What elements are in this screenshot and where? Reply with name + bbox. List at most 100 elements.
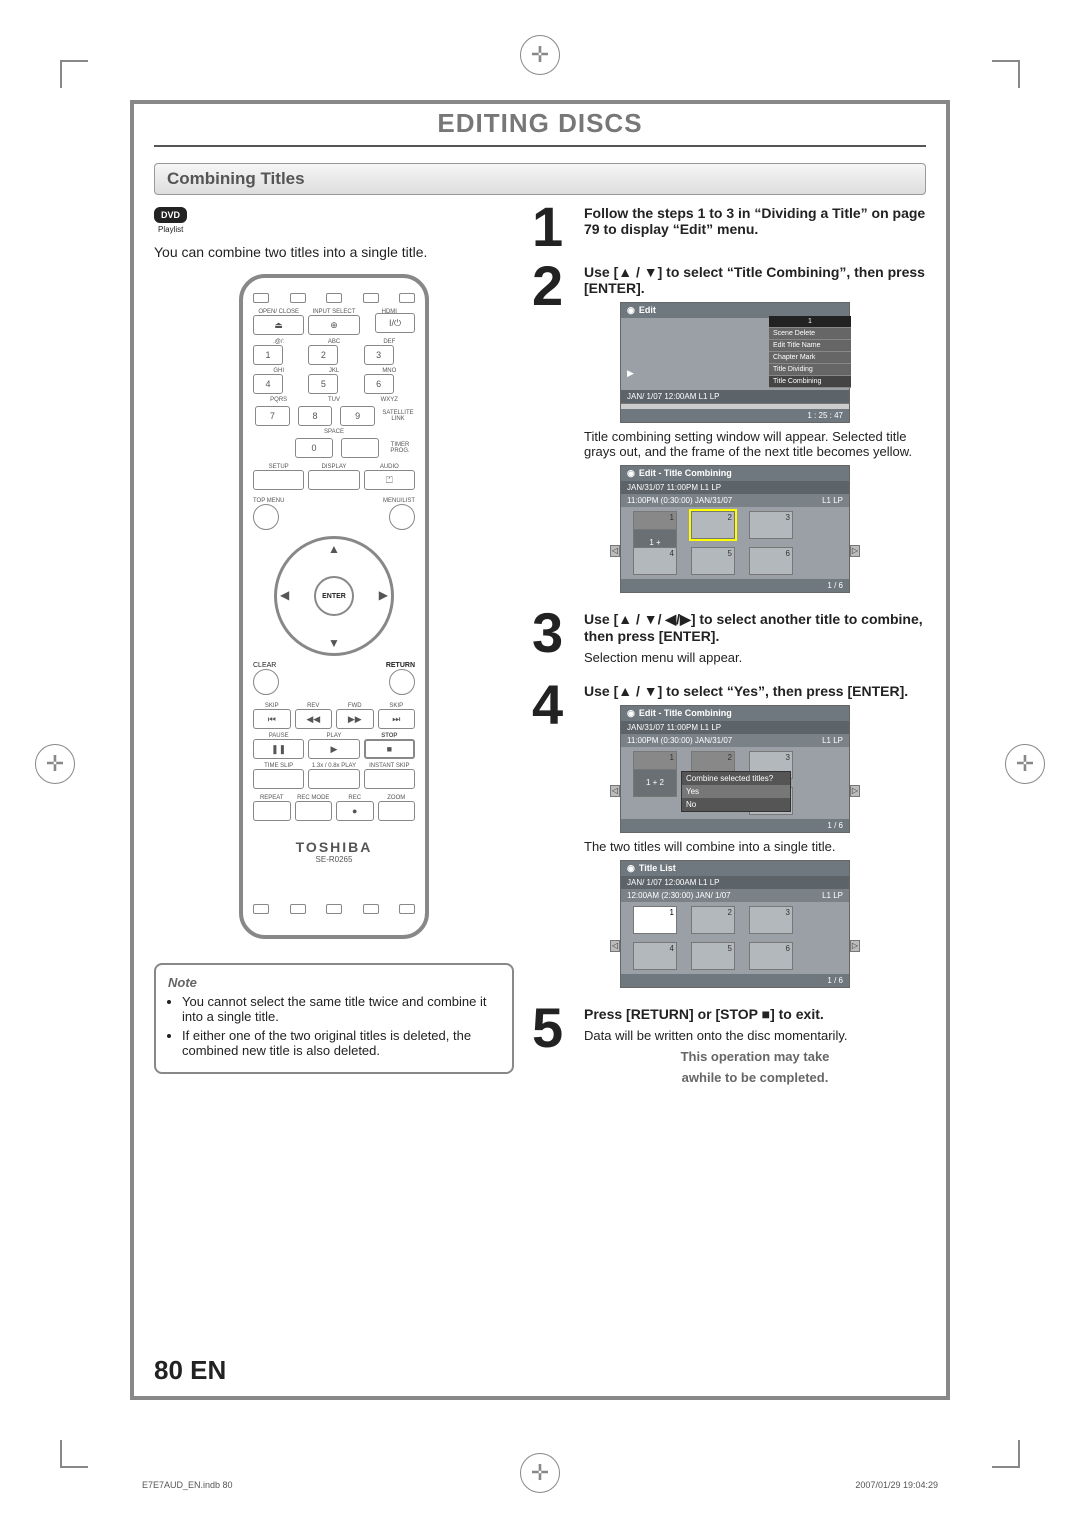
- step-text: Use [▲ / ▼] to select “Yes”, then press …: [584, 683, 908, 699]
- timestamp: 2007/01/29 19:04:29: [855, 1480, 938, 1490]
- registration-mark: ✛: [520, 1453, 560, 1493]
- registration-mark: ✛: [35, 744, 75, 784]
- key-6[interactable]: 6: [364, 374, 394, 394]
- instant-skip-button[interactable]: [364, 769, 415, 789]
- clear-button[interactable]: [253, 669, 279, 695]
- rev-button[interactable]: ◀◀: [295, 709, 333, 729]
- nav-right-icon: ▷: [850, 940, 860, 952]
- step-5: 5 Press [RETURN] or [STOP ■] to exit. Da…: [532, 1006, 926, 1085]
- key-1[interactable]: 1: [253, 345, 283, 365]
- thumb-6: 6: [749, 547, 793, 575]
- step-number: 2: [532, 264, 574, 597]
- osd-info: JAN/ 1/07 12:00AM L1 LP: [621, 390, 849, 403]
- setup-button[interactable]: [253, 470, 304, 490]
- power-button[interactable]: I/⏻: [375, 313, 415, 333]
- osd-title-list: ◉Title List JAN/ 1/07 12:00AM L1 LP 12:0…: [620, 860, 850, 988]
- left-button[interactable]: ◀: [280, 588, 289, 602]
- input-button[interactable]: ⊕: [308, 315, 359, 335]
- step-number: 4: [532, 683, 574, 992]
- osd-footer: 1 / 6: [621, 819, 849, 832]
- model: SE-R0265: [253, 855, 415, 864]
- osd-edit-menu: ◉Edit ▶ 1 Scene Delete Edit Title Name C…: [620, 302, 850, 423]
- stop-button[interactable]: ■: [364, 739, 415, 759]
- down-button[interactable]: ▼: [328, 636, 340, 650]
- key-2[interactable]: 2: [308, 345, 338, 365]
- nav-right-icon: ▷: [850, 785, 860, 797]
- thumb-5: 5: [691, 942, 735, 970]
- key-8[interactable]: 8: [298, 406, 333, 426]
- thumb-plus: 1 + 2: [633, 769, 677, 797]
- display-button[interactable]: [308, 470, 359, 490]
- nav-left-icon: ◁: [610, 940, 620, 952]
- key-7[interactable]: 7: [255, 406, 290, 426]
- timeslip-button[interactable]: [253, 769, 304, 789]
- note-item: You cannot select the same title twice a…: [182, 994, 500, 1024]
- right-button[interactable]: ▶: [379, 588, 388, 602]
- pause-button[interactable]: ❚❚: [253, 739, 304, 759]
- eject-button[interactable]: ⏏: [253, 315, 304, 335]
- crop-mark: [992, 60, 1020, 88]
- dvd-badge-text: DVD: [154, 207, 187, 223]
- speed-button[interactable]: [308, 769, 359, 789]
- topmenu-button[interactable]: [253, 504, 279, 530]
- osd-sub-right: L1 LP: [822, 891, 843, 900]
- step-4: 4 Use [▲ / ▼] to select “Yes”, then pres…: [532, 683, 926, 992]
- thumb-6: 6: [749, 942, 793, 970]
- up-button[interactable]: ▲: [328, 542, 340, 556]
- play-button[interactable]: ▶: [308, 739, 359, 759]
- osd-time: 1 : 25 : 47: [621, 409, 849, 422]
- timer-button[interactable]: [341, 438, 379, 458]
- osd-menu-item-active: Title Combining: [769, 376, 851, 388]
- nav-left-icon: ◁: [610, 785, 620, 797]
- step-text: Follow the steps 1 to 3 in “Dividing a T…: [584, 205, 925, 237]
- dialog-no: No: [682, 798, 790, 811]
- osd-menu-item: Scene Delete: [769, 328, 851, 340]
- step-number: 5: [532, 1006, 574, 1085]
- enter-button[interactable]: ENTER: [314, 576, 354, 616]
- warning-line: This operation may take: [584, 1049, 926, 1064]
- thumb-3: 3: [749, 511, 793, 539]
- osd-menu-panel: 1 Scene Delete Edit Title Name Chapter M…: [769, 316, 851, 388]
- page-number: 80: [154, 1355, 183, 1385]
- dpad: ENTER ▲ ▼ ◀ ▶: [274, 536, 394, 656]
- crop-mark: [60, 1440, 88, 1468]
- thumb-2: 2: [691, 906, 735, 934]
- key-5[interactable]: 5: [308, 374, 338, 394]
- intro-text: You can combine two titles into a single…: [154, 244, 514, 260]
- osd-sub-right: L1 LP: [822, 496, 843, 505]
- label-clear: CLEAR: [253, 662, 276, 669]
- menulist-button[interactable]: [389, 504, 415, 530]
- step-text: Use [▲ / ▼/ ◀/▶] to select another title…: [584, 611, 923, 644]
- crop-mark: [60, 60, 88, 88]
- key-3[interactable]: 3: [364, 345, 394, 365]
- thumb-2-selected: 2: [691, 511, 735, 539]
- skip-prev-button[interactable]: ⏮: [253, 709, 291, 729]
- label-satlink: SATELLITE LINK: [381, 410, 415, 422]
- key-0[interactable]: 0: [295, 438, 333, 458]
- dvd-badge: DVD Playlist: [154, 205, 514, 234]
- key-4[interactable]: 4: [253, 374, 283, 394]
- step-number: 1: [532, 205, 574, 250]
- zoom-button[interactable]: [378, 801, 416, 821]
- fwd-button[interactable]: ▶▶: [336, 709, 374, 729]
- step-caption: Title combining setting window will appe…: [584, 429, 926, 459]
- key-9[interactable]: 9: [340, 406, 375, 426]
- indb-marker: E7E7AUD_EN.indb 80: [142, 1480, 233, 1490]
- thumb-4: 4: [633, 942, 677, 970]
- skip-next-button[interactable]: ⏭: [378, 709, 416, 729]
- play-icon: ▶: [627, 368, 634, 379]
- label-space: SPACE: [324, 429, 344, 435]
- osd-title: Edit - Title Combining: [639, 468, 732, 478]
- rec-button[interactable]: ●: [336, 801, 374, 821]
- audio-button[interactable]: ⏍: [364, 470, 415, 490]
- playlist-label: Playlist: [158, 225, 514, 234]
- repeat-button[interactable]: [253, 801, 291, 821]
- osd-menu-item: Chapter Mark: [769, 352, 851, 364]
- osd-sub-right: L1 LP: [822, 736, 843, 745]
- step-caption: The two titles will combine into a singl…: [584, 839, 926, 854]
- page: EDITING DISCS Combining Titles DVD Playl…: [130, 100, 950, 1400]
- section-heading: Combining Titles: [154, 163, 926, 195]
- recmode-button[interactable]: [295, 801, 333, 821]
- step-number: 3: [532, 611, 574, 669]
- return-button[interactable]: [389, 669, 415, 695]
